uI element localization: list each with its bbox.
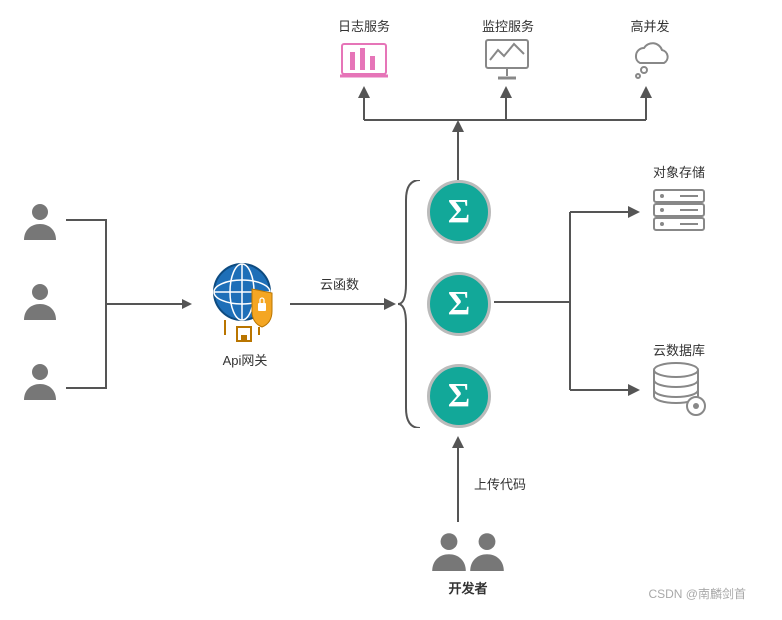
monitoring-icon xyxy=(484,36,530,82)
log-service-icon xyxy=(340,38,388,82)
connector-functions-to-right xyxy=(494,190,644,410)
sigma-function-icon: Σ xyxy=(427,272,491,336)
user-icon xyxy=(20,360,60,400)
connector-functions-to-top xyxy=(354,84,658,180)
concurrency-label: 高并发 xyxy=(626,16,674,35)
cloud-function-label: 云函数 xyxy=(320,274,359,293)
cloud-database-icon xyxy=(650,362,708,418)
log-service-label: 日志服务 xyxy=(336,16,392,35)
brace-left-icon xyxy=(398,180,420,428)
user-icon xyxy=(20,280,60,320)
diagram-canvas: Api网关 云函数 Σ Σ Σ 日志服务 监控服务 高并发 对象存储 云数据库 … xyxy=(0,0,782,620)
cloud-thought-icon xyxy=(626,36,674,80)
cloud-database-label: 云数据库 xyxy=(648,340,710,359)
user-icon xyxy=(428,528,470,572)
monitoring-label: 监控服务 xyxy=(480,16,536,35)
object-storage-icon xyxy=(650,186,708,236)
connector-users-to-gateway xyxy=(66,214,196,394)
connector-gateway-to-functions xyxy=(290,294,398,314)
sigma-function-icon: Σ xyxy=(427,180,491,244)
developer-label: 开发者 xyxy=(440,578,496,597)
sigma-function-icon: Σ xyxy=(427,364,491,428)
connector-developer-to-functions xyxy=(448,432,468,522)
user-icon xyxy=(20,200,60,240)
api-gateway-label: Api网关 xyxy=(200,350,290,369)
upload-code-label: 上传代码 xyxy=(474,474,526,493)
globe-shield-icon xyxy=(207,257,287,347)
user-icon xyxy=(466,528,508,572)
watermark-text: CSDN @南麟剑首 xyxy=(648,585,746,602)
object-storage-label: 对象存储 xyxy=(650,162,708,181)
